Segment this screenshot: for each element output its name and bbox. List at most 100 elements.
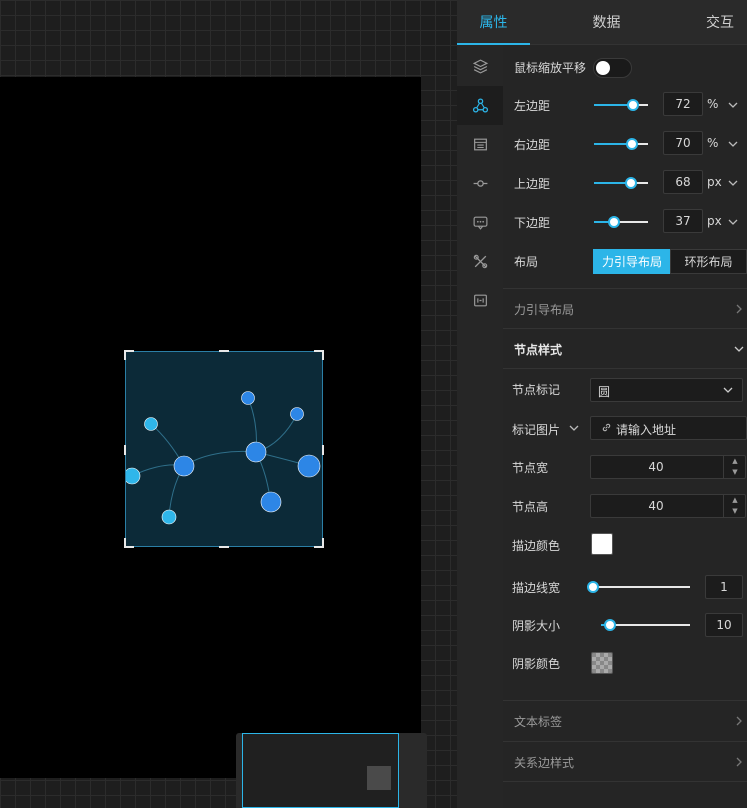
section-text-label[interactable]: 文本标签 (503, 700, 747, 740)
chevron-right-icon (733, 715, 745, 727)
chevron-down-icon[interactable] (727, 99, 739, 111)
margin-top-slider[interactable] (594, 177, 648, 189)
shadow-color-swatch[interactable] (591, 652, 613, 674)
graph-node (290, 407, 304, 421)
tab-data[interactable]: 数据 (569, 0, 644, 45)
graph-edges (131, 397, 310, 518)
property-panel: 属性 数据 交互 鼠标缩放平移 左边距 72 % 右边距 70 % 上边距 68… (457, 0, 747, 808)
chevron-up-icon[interactable]: ▲ (724, 495, 746, 506)
slider-knob[interactable] (626, 99, 639, 111)
layout-option-force[interactable]: 力引导布局 (593, 249, 671, 274)
margin-top-unit: px (707, 175, 722, 189)
slider-knob[interactable] (603, 619, 616, 631)
marker-image-label: 标记图片 (512, 423, 561, 437)
category-tools[interactable] (457, 242, 503, 281)
margin-left-unit: % (707, 97, 719, 111)
category-node[interactable] (457, 164, 503, 203)
mouse-zoom-pan-toggle[interactable] (593, 58, 632, 78)
resize-handle-top[interactable] (219, 350, 229, 352)
node-height-label: 节点高 (512, 500, 549, 514)
resize-handle-bottom-left[interactable] (124, 538, 134, 548)
slider-knob[interactable] (625, 138, 638, 150)
margin-bottom-slider[interactable] (594, 216, 648, 228)
resize-handle-right[interactable] (322, 445, 324, 455)
category-tooltip[interactable] (457, 203, 503, 242)
stepper-arrows[interactable]: ▲ ▼ (723, 456, 745, 478)
minimap-component-preview (367, 766, 391, 790)
section-force-layout[interactable]: 力引导布局 (503, 288, 747, 328)
marker-image-placeholder: 请输入地址 (616, 423, 677, 437)
resize-handle-left[interactable] (124, 445, 126, 455)
chevron-down-icon[interactable] (727, 177, 739, 189)
margin-right-unit: % (707, 136, 719, 150)
property-list: 鼠标缩放平移 左边距 72 % 右边距 70 % 上边距 68 px 下边距 3… (503, 45, 747, 808)
margin-right-input[interactable]: 70 (663, 131, 703, 155)
category-table[interactable] (457, 125, 503, 164)
chevron-down-icon[interactable]: ▼ (724, 467, 746, 478)
resize-handle-top-right[interactable] (314, 350, 324, 360)
node-height-stepper[interactable]: 40 ▲ ▼ (590, 494, 746, 518)
property-category-bar (457, 45, 503, 808)
margin-right-label: 右边距 (514, 138, 551, 152)
category-graph[interactable] (457, 86, 503, 125)
table-list-icon (473, 138, 487, 151)
margin-top-label: 上边距 (514, 177, 551, 191)
margin-right-slider[interactable] (594, 138, 648, 150)
margin-top-input[interactable]: 68 (663, 170, 703, 194)
slider-knob[interactable] (607, 216, 620, 228)
graph-node (173, 455, 195, 477)
category-legend[interactable] (457, 281, 503, 320)
tools-icon (473, 254, 487, 269)
section-title: 文本标签 (514, 715, 563, 729)
margin-left-input[interactable]: 72 (663, 92, 703, 116)
minimap[interactable] (236, 733, 427, 808)
resize-handle-top-left[interactable] (124, 350, 134, 360)
relation-graph (126, 391, 321, 525)
stroke-width-label: 描边线宽 (512, 581, 561, 595)
stroke-color-swatch[interactable] (591, 533, 613, 555)
section-title: 关系边样式 (514, 756, 575, 770)
margin-bottom-input[interactable]: 37 (663, 209, 703, 233)
graph-chart-component[interactable] (124, 350, 324, 548)
graph-node (241, 391, 255, 405)
artboard[interactable] (0, 77, 421, 778)
layout-label: 布局 (514, 255, 539, 269)
section-node-style[interactable]: 节点样式 (503, 328, 747, 368)
marker-image-input[interactable]: 请输入地址 (590, 416, 747, 440)
node-width-stepper[interactable]: 40 ▲ ▼ (590, 455, 746, 479)
tab-interaction[interactable]: 交互 (693, 0, 747, 45)
resize-handle-bottom-right[interactable] (314, 538, 324, 548)
slider-knob[interactable] (624, 177, 637, 189)
panel-tabs: 属性 数据 交互 (457, 0, 747, 45)
tab-properties[interactable]: 属性 (457, 0, 530, 45)
slider-knob[interactable] (587, 581, 599, 593)
chevron-down-icon[interactable] (568, 422, 580, 434)
chevron-down-icon[interactable] (727, 138, 739, 150)
chevron-down-icon[interactable] (727, 216, 739, 228)
margin-bottom-label: 下边距 (514, 216, 551, 230)
graph-node (161, 509, 177, 525)
graph-node (126, 467, 141, 485)
shadow-size-slider[interactable] (601, 619, 690, 631)
node-marker-select[interactable]: 圆 (590, 378, 743, 402)
graph-node (144, 417, 158, 431)
stepper-arrows[interactable]: ▲ ▼ (723, 495, 745, 517)
shadow-size-label: 阴影大小 (512, 619, 561, 633)
margin-left-slider[interactable] (594, 99, 648, 111)
chevron-down-icon[interactable]: ▼ (724, 506, 746, 517)
chevron-up-icon[interactable]: ▲ (724, 456, 746, 467)
section-edge-style[interactable]: 关系边样式 (503, 741, 747, 781)
stroke-width-input[interactable]: 1 (705, 575, 743, 599)
category-layers[interactable] (457, 47, 503, 86)
mouse-zoom-pan-label: 鼠标缩放平移 (514, 61, 587, 75)
resize-handle-bottom[interactable] (219, 546, 229, 548)
node-width-label: 节点宽 (512, 461, 549, 475)
editor-canvas[interactable] (0, 0, 457, 808)
shadow-size-input[interactable]: 10 (705, 613, 743, 637)
layout-option-circular[interactable]: 环形布局 (670, 249, 747, 274)
minimap-viewport[interactable] (242, 733, 399, 808)
node-height-value: 40 (648, 499, 664, 513)
stroke-width-slider[interactable] (587, 581, 690, 593)
legend-icon (473, 294, 487, 307)
chevron-down-icon (733, 343, 745, 355)
